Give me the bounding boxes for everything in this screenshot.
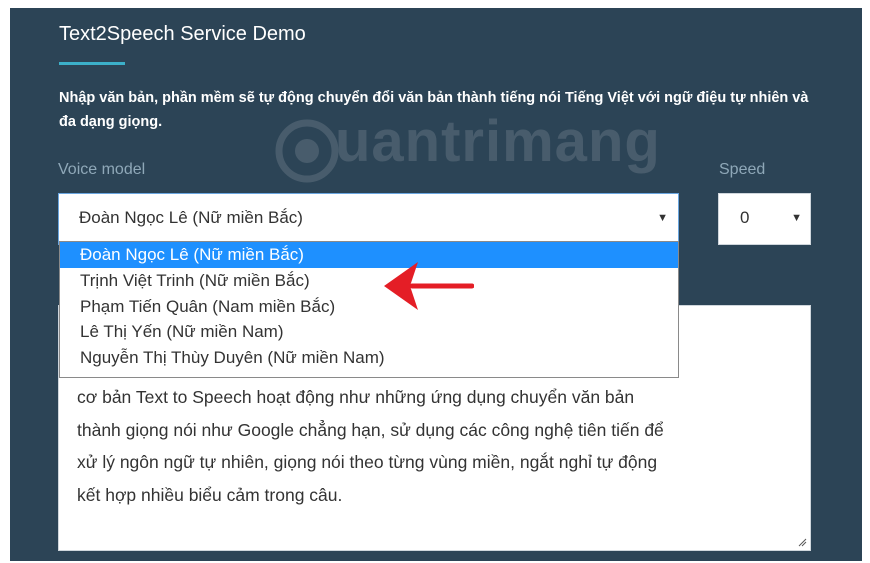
speed-select[interactable]: 0 ▼ — [718, 193, 811, 245]
page-title: Text2Speech Service Demo — [59, 23, 306, 45]
voice-model-selected-value: Đoàn Ngọc Lê (Nữ miền Bắc) — [79, 208, 303, 227]
voice-option[interactable]: Phạm Tiến Quân (Nam miền Bắc) — [60, 294, 678, 320]
voice-option[interactable]: Lê Thị Yến (Nữ miền Nam) — [60, 319, 678, 345]
watermark-logo-icon — [275, 119, 339, 183]
watermark-text: uantrimang — [335, 109, 661, 174]
voice-option[interactable]: Đoàn Ngọc Lê (Nữ miền Bắc) — [60, 242, 678, 268]
voice-model-dropdown-list: Đoàn Ngọc Lê (Nữ miền Bắc) Trịnh Việt Tr… — [59, 241, 679, 378]
voice-option[interactable]: Nguyễn Thị Thùy Duyên (Nữ miền Nam) — [60, 345, 678, 371]
textarea-line: cơ bản Text to Speech hoạt động như nhữn… — [77, 387, 635, 407]
caret-down-icon: ▼ — [791, 212, 802, 224]
speed-selected-value: 0 — [740, 208, 750, 227]
textarea-line: kết hợp nhiều biểu cảm trong câu. — [77, 484, 343, 505]
caret-down-icon: ▼ — [657, 212, 668, 224]
textarea-line: xử lý ngôn ngữ tự nhiên, giọng nói theo … — [77, 452, 658, 472]
red-arrow-icon — [384, 262, 474, 310]
resize-grip-icon[interactable] — [797, 537, 807, 547]
voice-option[interactable]: Trịnh Việt Trinh (Nữ miền Bắc) — [60, 268, 678, 294]
speed-label: Speed — [719, 161, 766, 178]
voice-model-label: Voice model — [58, 161, 146, 178]
title-underline — [59, 62, 125, 65]
voice-model-select[interactable]: Đoàn Ngọc Lê (Nữ miền Bắc) ▼ — [58, 193, 679, 245]
textarea-line: thành giọng nói như Google chẳng hạn, sử… — [77, 419, 664, 440]
